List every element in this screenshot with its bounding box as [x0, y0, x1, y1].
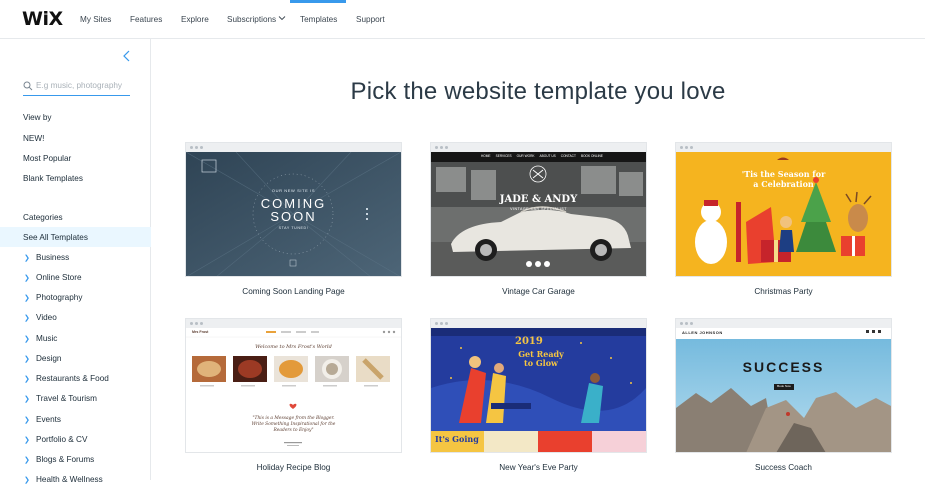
preview-image: 2019 Get Ready to Glow It's Going — [431, 328, 646, 452]
preview-headline-2: SOON — [270, 209, 317, 224]
sidebar: E.g music, photography View by NEW! Most… — [0, 39, 151, 484]
nav-active-indicator — [290, 0, 346, 3]
category-online-store[interactable]: ❯ Online Store — [24, 273, 82, 282]
preview-headline: SUCCESS — [742, 359, 825, 375]
nav-subscriptions[interactable]: Subscriptions — [227, 15, 276, 24]
page-title: Pick the website template you love — [350, 78, 726, 105]
nav-support[interactable]: Support — [356, 15, 385, 24]
chevron-right-icon: ❯ — [24, 437, 30, 444]
preview-kicker: OUR NEW SITE IS — [271, 188, 316, 193]
preview-headline-2: a Celebration — [753, 179, 814, 189]
top-navigation: WiX My Sites Features Explore Subscripti… — [0, 0, 925, 39]
view-by-blank-templates[interactable]: Blank Templates — [23, 174, 83, 183]
preview-menu: HOME SERVICES OUR WORK ABOUT US CONTACT … — [481, 154, 603, 158]
see-all-templates[interactable]: See All Templates — [23, 233, 88, 242]
nav-explore[interactable]: Explore — [181, 15, 209, 24]
categories-label: Categories — [23, 213, 63, 222]
chevron-right-icon: ❯ — [24, 275, 30, 282]
browser-bar — [186, 319, 401, 328]
category-design[interactable]: ❯ Design — [24, 354, 62, 363]
template-caption[interactable]: Christmas Party — [675, 287, 892, 296]
preview-heading: Welcome to Mrs Frost's World — [255, 344, 332, 350]
chevron-right-icon: ❯ — [24, 417, 30, 424]
template-card-new-years-eve[interactable]: 2019 Get Ready to Glow It's Going New Ye… — [430, 318, 647, 476]
browser-bar — [676, 319, 891, 328]
template-preview[interactable]: 2019 Get Ready to Glow It's Going — [430, 318, 647, 453]
category-photography[interactable]: ❯ Photography — [24, 293, 82, 302]
browser-bar — [186, 143, 401, 152]
chevron-right-icon: ❯ — [24, 356, 30, 363]
category-events[interactable]: ❯ Events — [24, 415, 61, 424]
preview-headline-2: to Glow — [524, 358, 558, 368]
search-icon — [23, 81, 33, 91]
search-placeholder: E.g music, photography — [36, 81, 123, 90]
category-restaurants-food[interactable]: ❯ Restaurants & Food — [24, 374, 109, 383]
chevron-right-icon: ❯ — [24, 295, 30, 302]
template-caption[interactable]: Holiday Recipe Blog — [185, 463, 402, 472]
template-caption[interactable]: Coming Soon Landing Page — [185, 287, 402, 296]
chevron-right-icon: ❯ — [24, 336, 30, 343]
template-preview[interactable]: ALLEN JOHNSON SUCCESS Book Now — [675, 318, 892, 453]
preview-footer: It's Going — [435, 434, 479, 444]
preview-year: 2019 — [515, 336, 543, 347]
chevron-right-icon: ❯ — [24, 396, 30, 403]
template-card-vintage-car[interactable]: HOME SERVICES OUR WORK ABOUT US CONTACT … — [430, 142, 647, 300]
chevron-right-icon: ❯ — [24, 477, 30, 484]
template-caption[interactable]: Vintage Car Garage — [430, 287, 647, 296]
template-card-coming-soon[interactable]: OUR NEW SITE IS COMING SOON STAY TUNED! … — [185, 142, 402, 300]
preview-social — [866, 330, 881, 333]
template-card-success-coach[interactable]: ALLEN JOHNSON SUCCESS Book Now Success C… — [675, 318, 892, 476]
template-caption[interactable]: New Year's Eve Party — [430, 463, 647, 472]
preview-brand: JADE & ANDY — [499, 194, 578, 205]
view-by-new[interactable]: NEW! — [23, 134, 44, 143]
browser-bar — [676, 143, 891, 152]
preview-image: OUR NEW SITE IS COMING SOON STAY TUNED! — [186, 152, 401, 276]
category-travel-tourism[interactable]: ❯ Travel & Tourism — [24, 394, 97, 403]
template-card-christmas-party[interactable]: 'Tis the Season for a Celebration Christ… — [675, 142, 892, 300]
preview-headline-1: 'Tis the Season for — [741, 169, 826, 179]
preview-button: Book Now — [777, 384, 791, 388]
nav-features[interactable]: Features — [130, 15, 162, 24]
template-card-holiday-recipe-blog[interactable]: Mrs Frost Welcome to Mrs Frost's World "… — [185, 318, 402, 476]
template-preview[interactable]: HOME SERVICES OUR WORK ABOUT US CONTACT … — [430, 142, 647, 277]
template-preview[interactable]: OUR NEW SITE IS COMING SOON STAY TUNED! — [185, 142, 402, 277]
chevron-right-icon: ❯ — [24, 315, 30, 322]
chevron-left-icon[interactable] — [120, 49, 134, 63]
preview-tagline: VINTAGE CAR SPECIALIST — [510, 207, 567, 211]
category-music[interactable]: ❯ Music — [24, 334, 57, 343]
preview-image: 'Tis the Season for a Celebration — [676, 152, 891, 276]
category-business[interactable]: ❯ Business — [24, 253, 69, 262]
preview-image: Mrs Frost Welcome to Mrs Frost's World "… — [186, 328, 401, 452]
preview-quote: "This is a Message from the Blogger. Wri… — [251, 416, 336, 433]
category-portfolio-cv[interactable]: ❯ Portfolio & CV — [24, 435, 87, 444]
search-input[interactable]: E.g music, photography — [23, 79, 130, 96]
preview-sub: STAY TUNED! — [278, 226, 309, 230]
browser-bar — [431, 319, 646, 328]
preview-image: HOME SERVICES OUR WORK ABOUT US CONTACT … — [431, 152, 646, 276]
view-by-most-popular[interactable]: Most Popular — [23, 154, 71, 163]
browser-bar — [431, 143, 646, 152]
preview-image: ALLEN JOHNSON SUCCESS Book Now — [676, 328, 891, 452]
chevron-right-icon: ❯ — [24, 255, 30, 262]
template-preview[interactable]: Mrs Frost Welcome to Mrs Frost's World "… — [185, 318, 402, 453]
nav-templates[interactable]: Templates — [300, 15, 337, 24]
chevron-right-icon: ❯ — [24, 457, 30, 464]
template-preview[interactable]: 'Tis the Season for a Celebration — [675, 142, 892, 277]
category-video[interactable]: ❯ Video — [24, 313, 57, 322]
wix-logo[interactable]: WiX — [22, 8, 63, 30]
category-blogs-forums[interactable]: ❯ Blogs & Forums — [24, 455, 94, 464]
chevron-right-icon: ❯ — [24, 376, 30, 383]
preview-brand: ALLEN JOHNSON — [682, 330, 723, 335]
nav-my-sites[interactable]: My Sites — [80, 15, 111, 24]
template-caption[interactable]: Success Coach — [675, 463, 892, 472]
chevron-down-icon[interactable] — [278, 14, 286, 24]
view-by-label: View by — [23, 113, 52, 122]
